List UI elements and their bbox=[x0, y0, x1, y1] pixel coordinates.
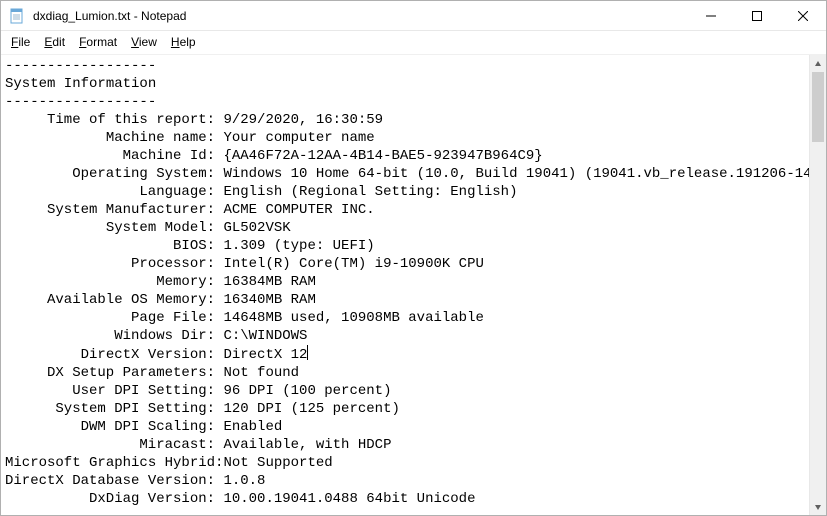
field-label: BIOS: bbox=[5, 237, 215, 255]
field-value: Your computer name bbox=[223, 130, 374, 146]
field-label: DX Setup Parameters: bbox=[5, 364, 215, 382]
field-value: 9/29/2020, 16:30:59 bbox=[223, 112, 383, 128]
text-line: BIOS: 1.309 (type: UEFI) bbox=[5, 237, 805, 255]
text-area[interactable]: ------------------System Information----… bbox=[1, 55, 809, 515]
field-value: Not Supported bbox=[223, 455, 332, 471]
text-line: DirectX Version: DirectX 12 bbox=[5, 345, 805, 364]
text-line: Machine Id: {AA46F72A-12AA-4B14-BAE5-923… bbox=[5, 147, 805, 165]
field-label: DWM DPI Scaling: bbox=[5, 418, 215, 436]
field-value: DirectX 12 bbox=[223, 347, 307, 363]
field-label: Operating System: bbox=[5, 165, 215, 183]
text-line: User DPI Setting: 96 DPI (100 percent) bbox=[5, 382, 805, 400]
vertical-scrollbar[interactable] bbox=[809, 55, 826, 515]
field-label: DirectX Version: bbox=[5, 346, 215, 364]
text-line: Language: English (Regional Setting: Eng… bbox=[5, 183, 805, 201]
text-line: DX Setup Parameters: Not found bbox=[5, 364, 805, 382]
titlebar[interactable]: dxdiag_Lumion.txt - Notepad bbox=[1, 1, 826, 31]
field-value: Windows 10 Home 64-bit (10.0, Build 1904… bbox=[223, 166, 809, 182]
scroll-up-button[interactable] bbox=[810, 55, 826, 72]
menu-help[interactable]: Help bbox=[165, 33, 202, 51]
field-label: System Manufacturer: bbox=[5, 201, 215, 219]
text-line: Available OS Memory: 16340MB RAM bbox=[5, 291, 805, 309]
text-line: System DPI Setting: 120 DPI (125 percent… bbox=[5, 400, 805, 418]
text-line: Machine name: Your computer name bbox=[5, 129, 805, 147]
menu-view[interactable]: View bbox=[125, 33, 163, 51]
field-value: 120 DPI (125 percent) bbox=[223, 401, 399, 417]
field-label: DirectX Database Version: bbox=[5, 472, 215, 490]
field-label: System DPI Setting: bbox=[5, 400, 215, 418]
field-value: Enabled bbox=[223, 419, 282, 435]
field-value: {AA46F72A-12AA-4B14-BAE5-923947B964C9} bbox=[223, 148, 542, 164]
field-label: DxDiag Version: bbox=[5, 490, 215, 508]
close-button[interactable] bbox=[780, 1, 826, 30]
field-label: Microsoft Graphics Hybrid: bbox=[5, 454, 215, 472]
text-line: System Model: GL502VSK bbox=[5, 219, 805, 237]
field-label: Machine Id: bbox=[5, 147, 215, 165]
text-line: Time of this report: 9/29/2020, 16:30:59 bbox=[5, 111, 805, 129]
field-value: 16340MB RAM bbox=[223, 292, 315, 308]
field-value: 14648MB used, 10908MB available bbox=[223, 310, 483, 326]
field-value: 96 DPI (100 percent) bbox=[223, 383, 391, 399]
text-line: Page File: 14648MB used, 10908MB availab… bbox=[5, 309, 805, 327]
scroll-down-button[interactable] bbox=[810, 498, 826, 515]
text-line: System Information bbox=[5, 75, 805, 93]
text-line: ------------------ bbox=[5, 57, 805, 75]
text-line: System Manufacturer: ACME COMPUTER INC. bbox=[5, 201, 805, 219]
field-value: 10.00.19041.0488 64bit Unicode bbox=[223, 491, 475, 507]
maximize-button[interactable] bbox=[734, 1, 780, 30]
field-label: Available OS Memory: bbox=[5, 291, 215, 309]
field-label: Machine name: bbox=[5, 129, 215, 147]
field-value: GL502VSK bbox=[223, 220, 290, 236]
scroll-thumb[interactable] bbox=[812, 72, 824, 142]
field-value: 16384MB RAM bbox=[223, 274, 315, 290]
field-value: Available, with HDCP bbox=[223, 437, 391, 453]
text-line: Windows Dir: C:\WINDOWS bbox=[5, 327, 805, 345]
field-value: 1.309 (type: UEFI) bbox=[223, 238, 374, 254]
menu-file[interactable]: File bbox=[5, 33, 36, 51]
scroll-track[interactable] bbox=[810, 72, 826, 498]
text-caret bbox=[307, 345, 308, 360]
text-line: DWM DPI Scaling: Enabled bbox=[5, 418, 805, 436]
field-value: C:\WINDOWS bbox=[223, 328, 307, 344]
field-label: Time of this report: bbox=[5, 111, 215, 129]
field-label: Miracast: bbox=[5, 436, 215, 454]
window-controls bbox=[688, 1, 826, 30]
field-value: ACME COMPUTER INC. bbox=[223, 202, 374, 218]
text-line: DirectX Database Version: 1.0.8 bbox=[5, 472, 805, 490]
field-label: Language: bbox=[5, 183, 215, 201]
menu-edit[interactable]: Edit bbox=[38, 33, 71, 51]
text-line: Operating System: Windows 10 Home 64-bit… bbox=[5, 165, 805, 183]
field-value: 1.0.8 bbox=[223, 473, 265, 489]
text-line: ------------------ bbox=[5, 93, 805, 111]
text-line: Microsoft Graphics Hybrid: Not Supported bbox=[5, 454, 805, 472]
notepad-icon bbox=[9, 8, 25, 24]
minimize-button[interactable] bbox=[688, 1, 734, 30]
field-label: Page File: bbox=[5, 309, 215, 327]
field-label: Windows Dir: bbox=[5, 327, 215, 345]
menubar: File Edit Format View Help bbox=[1, 31, 826, 54]
text-line: Miracast: Available, with HDCP bbox=[5, 436, 805, 454]
field-label: Memory: bbox=[5, 273, 215, 291]
field-label: Processor: bbox=[5, 255, 215, 273]
field-value: English (Regional Setting: English) bbox=[223, 184, 517, 200]
text-line: Processor: Intel(R) Core(TM) i9-10900K C… bbox=[5, 255, 805, 273]
text-line: Memory: 16384MB RAM bbox=[5, 273, 805, 291]
field-label: System Model: bbox=[5, 219, 215, 237]
field-value: Not found bbox=[223, 365, 299, 381]
text-line: DxDiag Version: 10.00.19041.0488 64bit U… bbox=[5, 490, 805, 508]
menu-format[interactable]: Format bbox=[73, 33, 123, 51]
field-label: User DPI Setting: bbox=[5, 382, 215, 400]
field-value: Intel(R) Core(TM) i9-10900K CPU bbox=[223, 256, 483, 272]
window-title: dxdiag_Lumion.txt - Notepad bbox=[31, 9, 688, 23]
